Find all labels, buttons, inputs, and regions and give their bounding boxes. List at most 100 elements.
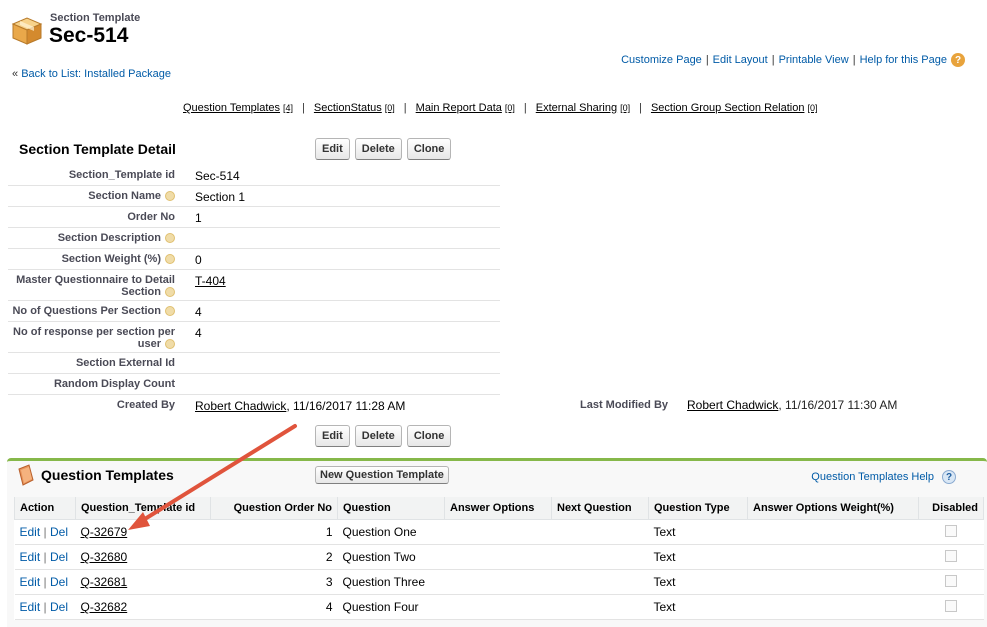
related-link-external-sharing[interactable]: External Sharing	[536, 102, 617, 114]
master-questionnaire-link[interactable]: T-404	[195, 274, 226, 288]
field-value: Robert Chadwick, 11/16/2017 11:28 AM	[195, 399, 406, 413]
order-cell: 1	[210, 519, 338, 545]
field-value: 4	[195, 305, 202, 319]
action-cell: Edit | Del	[14, 544, 76, 570]
question-cell: Question One	[337, 519, 445, 545]
delete-button[interactable]: Delete	[354, 138, 402, 160]
column-header[interactable]: Question Order No	[210, 497, 338, 520]
field-label: No of Questions Per Section	[12, 305, 175, 317]
field-value: Section 1	[195, 190, 246, 204]
info-icon[interactable]	[165, 233, 175, 244]
column-header[interactable]: Action	[14, 497, 76, 520]
clone-button[interactable]: Clone	[406, 138, 452, 160]
type-cell: Text	[648, 544, 748, 570]
column-header[interactable]: Question Type	[648, 497, 748, 520]
detail-bottom-buttons: Edit Delete Clone	[315, 425, 452, 447]
field-label: Section_Template id	[68, 169, 175, 181]
edit-row-link[interactable]: Edit	[20, 550, 41, 564]
id-cell: Q-32681	[75, 569, 211, 595]
delete-row-link[interactable]: Del	[50, 550, 68, 564]
field-label: Section External Id	[75, 357, 175, 369]
column-header[interactable]: Question_Template id	[75, 497, 211, 520]
question-template-link[interactable]: Q-32680	[81, 550, 128, 564]
field-row-description: Section Description	[8, 228, 500, 249]
field-value: Sec-514	[195, 169, 240, 183]
info-icon[interactable]	[165, 254, 175, 265]
separator: |	[302, 102, 305, 114]
delete-row-link[interactable]: Del	[50, 600, 68, 614]
clone-button[interactable]: Clone	[406, 425, 452, 447]
info-icon[interactable]	[165, 191, 175, 202]
question-template-link[interactable]: Q-32679	[81, 525, 128, 539]
type-cell: Text	[648, 519, 748, 545]
next-question-cell	[551, 594, 649, 620]
edit-row-link[interactable]: Edit	[20, 600, 41, 614]
delete-button[interactable]: Delete	[354, 425, 402, 447]
related-count: [4]	[283, 103, 294, 113]
field-row-created: Created By Robert Chadwick, 11/16/2017 1…	[8, 395, 500, 415]
field-label: Order No	[127, 211, 175, 223]
separator: |	[852, 54, 856, 66]
table-row: Edit | Del Q-32680 2 Question Two Text	[14, 544, 984, 570]
last-modified-label: Last Modified By	[580, 399, 669, 411]
help-icon[interactable]: ?	[951, 53, 965, 67]
info-icon[interactable]	[165, 306, 175, 317]
modified-by-user-link[interactable]: Robert Chadwick	[687, 398, 778, 412]
disabled-checkbox	[945, 524, 957, 537]
edit-row-link[interactable]: Edit	[20, 525, 41, 539]
question-template-link[interactable]: Q-32682	[81, 600, 128, 614]
detail-title: Section Template Detail	[19, 141, 176, 157]
related-count: [0]	[807, 103, 818, 113]
separator: |	[403, 102, 407, 114]
customize-page-link[interactable]: Customize Page	[621, 54, 702, 66]
edit-layout-link[interactable]: Edit Layout	[713, 54, 768, 66]
separator: |	[705, 54, 709, 66]
field-label: Master Questionnaire to Detail Section	[16, 274, 175, 298]
edit-button[interactable]: Edit	[315, 138, 350, 160]
edit-button[interactable]: Edit	[315, 425, 350, 447]
id-cell: Q-32679	[75, 519, 211, 545]
field-row-order: Order No 1	[8, 207, 500, 228]
related-link-question-templates[interactable]: Question Templates	[183, 102, 280, 114]
field-row-responses: No of response per section per user 4	[8, 322, 500, 353]
field-row-external-id: Section External Id	[8, 353, 500, 374]
field-value: 1	[195, 211, 202, 225]
back-to-list-link[interactable]: Back to List: Installed Package	[21, 68, 171, 80]
delete-row-link[interactable]: Del	[50, 525, 68, 539]
back-to-list: « Back to List: Installed Package	[12, 68, 171, 80]
answer-options-cell	[444, 544, 552, 570]
answer-options-cell	[444, 594, 552, 620]
disabled-cell	[918, 519, 984, 545]
top-links: Customize Page | Edit Layout | Printable…	[621, 53, 965, 67]
question-cell: Question Four	[337, 594, 445, 620]
separator: |	[639, 102, 642, 114]
answer-options-cell	[444, 519, 552, 545]
new-question-template-button[interactable]: New Question Template	[315, 466, 449, 484]
book-icon	[18, 464, 34, 486]
edit-row-link[interactable]: Edit	[20, 575, 41, 589]
question-template-link[interactable]: Q-32681	[81, 575, 128, 589]
column-header[interactable]: Answer Options	[444, 497, 552, 520]
question-templates-help-link[interactable]: Question Templates Help	[811, 471, 934, 483]
delete-row-link[interactable]: Del	[50, 575, 68, 589]
table-row: Edit | Del Q-32681 3 Question Three Text	[14, 569, 984, 595]
created-by-user-link[interactable]: Robert Chadwick	[195, 399, 286, 413]
help-page-link[interactable]: Help for this Page	[860, 54, 947, 66]
field-label: Section Description	[58, 232, 175, 244]
column-header[interactable]: Question	[337, 497, 445, 520]
column-header[interactable]: Disabled	[918, 497, 984, 520]
info-icon[interactable]	[165, 339, 175, 350]
related-link-section-group[interactable]: Section Group Section Relation	[651, 102, 804, 114]
field-row-name: Section Name Section 1	[8, 186, 500, 207]
column-header[interactable]: Next Question	[551, 497, 649, 520]
info-icon[interactable]	[165, 287, 175, 298]
related-link-section-status[interactable]: SectionStatus	[314, 102, 382, 114]
last-modified-value: Robert Chadwick, 11/16/2017 11:30 AM	[687, 398, 898, 412]
field-row-questions: No of Questions Per Section 4	[8, 301, 500, 322]
field-row-id: Section_Template id Sec-514	[8, 165, 500, 186]
help-icon[interactable]: ?	[942, 470, 956, 484]
printable-view-link[interactable]: Printable View	[779, 54, 849, 66]
column-header[interactable]: Answer Options Weight(%)	[747, 497, 919, 520]
page-title: Sec-514	[49, 24, 129, 47]
related-link-main-report-data[interactable]: Main Report Data	[416, 102, 502, 114]
